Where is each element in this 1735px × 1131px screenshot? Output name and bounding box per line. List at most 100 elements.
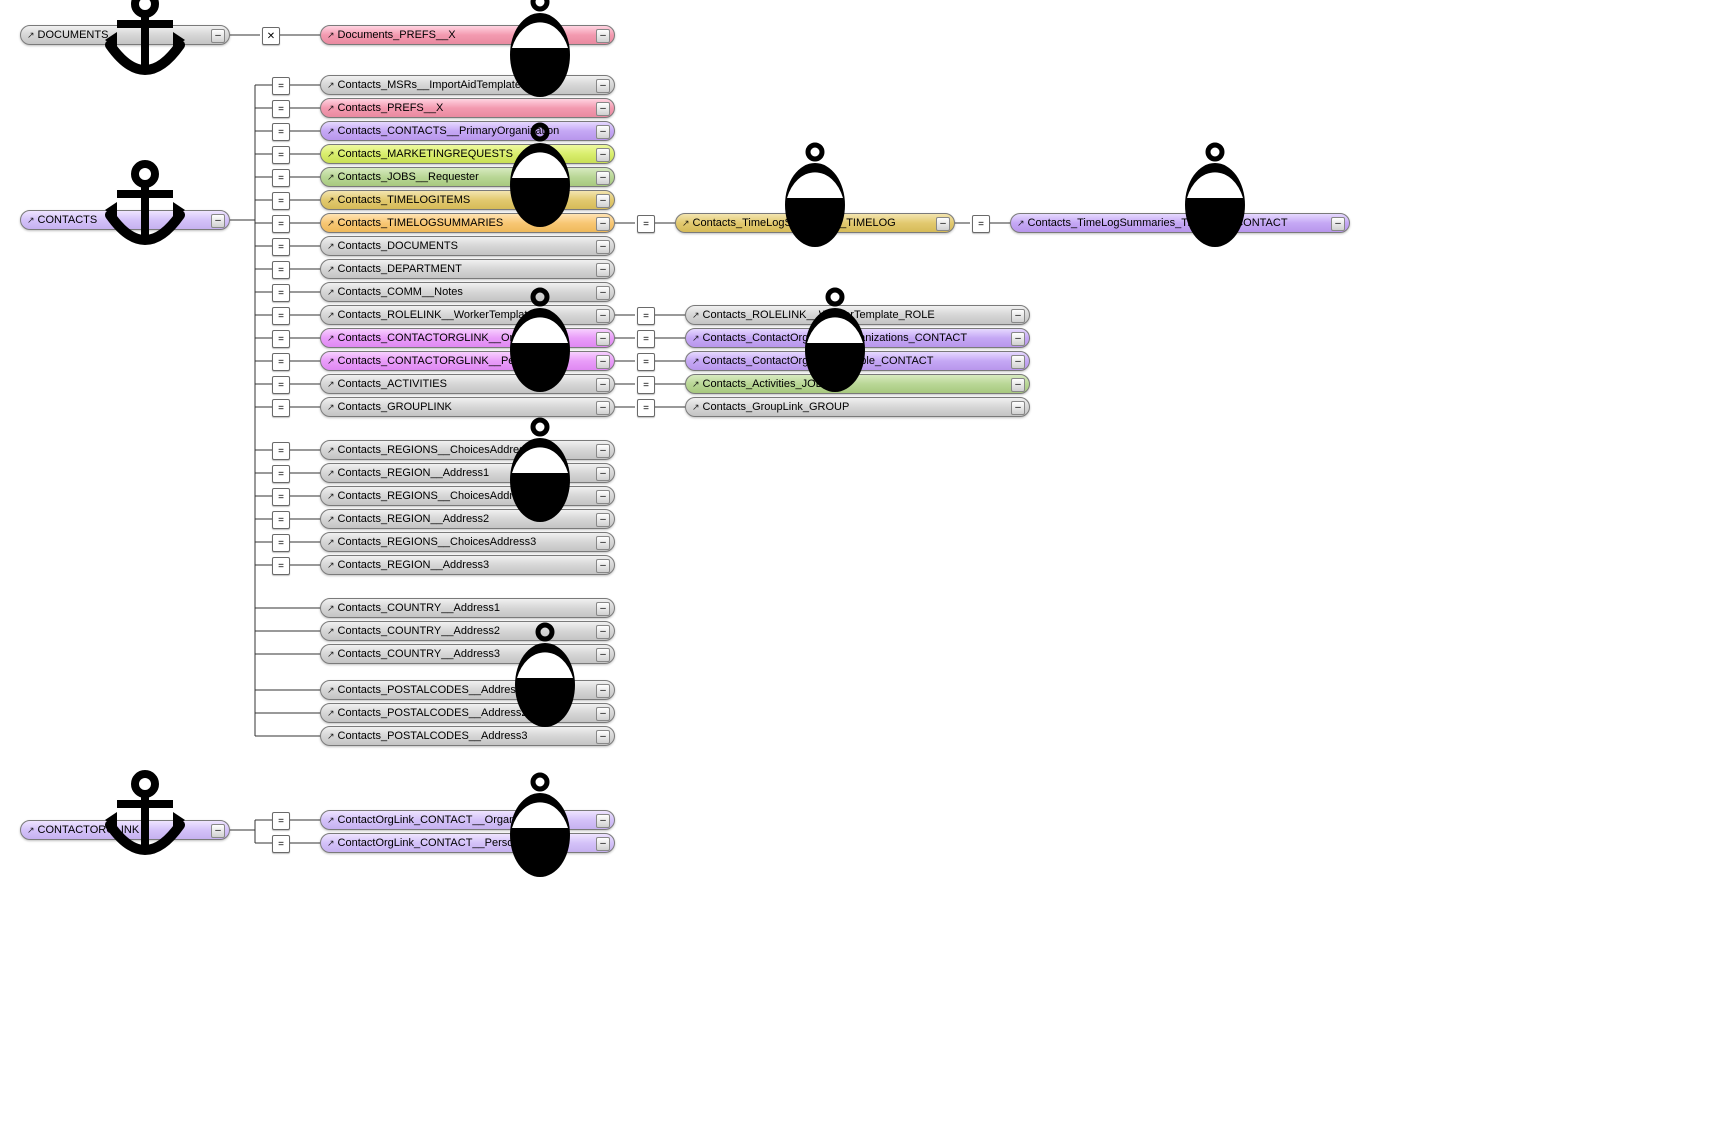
collapse-button[interactable]: – <box>1331 217 1345 231</box>
collapse-button[interactable]: – <box>596 467 610 481</box>
relationship-operator[interactable]: = <box>272 100 290 118</box>
table-node[interactable]: ↗Contacts_REGION__Address3– <box>320 555 615 575</box>
relationship-operator[interactable]: = <box>272 835 290 853</box>
link-icon: ↗ <box>327 603 335 614</box>
collapse-button[interactable]: – <box>596 217 610 231</box>
collapse-button[interactable]: – <box>596 837 610 851</box>
collapse-button[interactable]: – <box>1011 378 1025 392</box>
table-node[interactable]: ↗Contacts_DEPARTMENT– <box>320 259 615 279</box>
relationship-operator[interactable]: = <box>637 330 655 348</box>
collapse-button[interactable]: – <box>1011 355 1025 369</box>
relationship-operator[interactable]: ✕ <box>262 27 280 45</box>
relationship-operator[interactable]: = <box>637 353 655 371</box>
relationship-operator[interactable]: = <box>272 399 290 417</box>
link-icon: ↗ <box>327 838 335 849</box>
relationship-operator[interactable]: = <box>637 215 655 233</box>
relationship-operator[interactable]: = <box>637 376 655 394</box>
collapse-button[interactable]: – <box>596 355 610 369</box>
relationship-operator[interactable]: = <box>272 330 290 348</box>
buoy-icon <box>500 620 590 743</box>
collapse-button[interactable]: – <box>596 240 610 254</box>
relationship-operator[interactable]: = <box>272 465 290 483</box>
collapse-button[interactable]: – <box>1011 332 1025 346</box>
relationship-operator[interactable]: = <box>272 488 290 506</box>
relationship-operator[interactable]: = <box>272 169 290 187</box>
collapse-button[interactable]: – <box>596 79 610 93</box>
link-icon: ↗ <box>327 708 335 719</box>
relationship-operator[interactable]: = <box>637 399 655 417</box>
relationship-operator[interactable]: = <box>272 376 290 394</box>
link-icon: ↗ <box>692 356 700 367</box>
relationship-operator[interactable]: = <box>272 534 290 552</box>
collapse-button[interactable]: – <box>596 194 610 208</box>
collapse-button[interactable]: – <box>211 824 225 838</box>
collapse-button[interactable]: – <box>596 148 610 162</box>
collapse-button[interactable]: – <box>211 214 225 228</box>
link-icon: ↗ <box>327 30 335 41</box>
collapse-button[interactable]: – <box>596 684 610 698</box>
link-icon: ↗ <box>327 468 335 479</box>
connectors <box>0 0 1735 1131</box>
relationship-operator[interactable]: = <box>272 353 290 371</box>
collapse-button[interactable]: – <box>211 29 225 43</box>
link-icon: ↗ <box>327 649 335 660</box>
relationship-operator[interactable]: = <box>272 511 290 529</box>
collapse-button[interactable]: – <box>596 490 610 504</box>
collapse-button[interactable]: – <box>596 536 610 550</box>
link-icon: ↗ <box>327 445 335 456</box>
relationship-operator[interactable]: = <box>272 284 290 302</box>
collapse-button[interactable]: – <box>596 730 610 744</box>
link-icon: ↗ <box>327 333 335 344</box>
collapse-button[interactable]: – <box>596 401 610 415</box>
collapse-button[interactable]: – <box>936 217 950 231</box>
relationship-operator[interactable]: = <box>972 215 990 233</box>
node-label: Contacts_DEPARTMENT <box>338 263 610 275</box>
link-icon: ↗ <box>327 80 335 91</box>
relationship-operator[interactable]: = <box>272 123 290 141</box>
collapse-button[interactable]: – <box>596 444 610 458</box>
collapse-button[interactable]: – <box>596 559 610 573</box>
collapse-button[interactable]: – <box>596 263 610 277</box>
collapse-button[interactable]: – <box>596 332 610 346</box>
link-icon: ↗ <box>327 172 335 183</box>
collapse-button[interactable]: – <box>596 378 610 392</box>
collapse-button[interactable]: – <box>596 125 610 139</box>
buoy-icon <box>770 140 860 263</box>
collapse-button[interactable]: – <box>596 286 610 300</box>
collapse-button[interactable]: – <box>596 513 610 527</box>
link-icon: ↗ <box>327 815 335 826</box>
link-icon: ↗ <box>327 537 335 548</box>
collapse-button[interactable]: – <box>596 171 610 185</box>
relationship-operator[interactable]: = <box>272 557 290 575</box>
collapse-button[interactable]: – <box>596 707 610 721</box>
collapse-button[interactable]: – <box>1011 309 1025 323</box>
collapse-button[interactable]: – <box>596 309 610 323</box>
link-icon: ↗ <box>327 241 335 252</box>
relationship-operator[interactable]: = <box>272 442 290 460</box>
buoy-icon <box>790 285 880 408</box>
relationship-operator[interactable]: = <box>272 812 290 830</box>
relationship-operator[interactable]: = <box>272 215 290 233</box>
link-icon: ↗ <box>327 514 335 525</box>
node-label: Contacts_COUNTRY__Address1 <box>338 602 610 614</box>
collapse-button[interactable]: – <box>1011 401 1025 415</box>
relationship-operator[interactable]: = <box>272 77 290 95</box>
buoy-icon <box>495 0 585 113</box>
relationship-operator[interactable]: = <box>637 307 655 325</box>
relationship-operator[interactable]: = <box>272 238 290 256</box>
collapse-button[interactable]: – <box>596 625 610 639</box>
link-icon: ↗ <box>682 218 690 229</box>
relationship-operator[interactable]: = <box>272 261 290 279</box>
link-icon: ↗ <box>327 560 335 571</box>
relationship-operator[interactable]: = <box>272 146 290 164</box>
relationship-operator[interactable]: = <box>272 192 290 210</box>
anchor-icon <box>95 160 195 263</box>
collapse-button[interactable]: – <box>596 102 610 116</box>
table-node[interactable]: ↗Contacts_COUNTRY__Address1– <box>320 598 615 618</box>
collapse-button[interactable]: – <box>596 602 610 616</box>
link-icon: ↗ <box>327 731 335 742</box>
collapse-button[interactable]: – <box>596 29 610 43</box>
relationship-operator[interactable]: = <box>272 307 290 325</box>
collapse-button[interactable]: – <box>596 648 610 662</box>
collapse-button[interactable]: – <box>596 814 610 828</box>
